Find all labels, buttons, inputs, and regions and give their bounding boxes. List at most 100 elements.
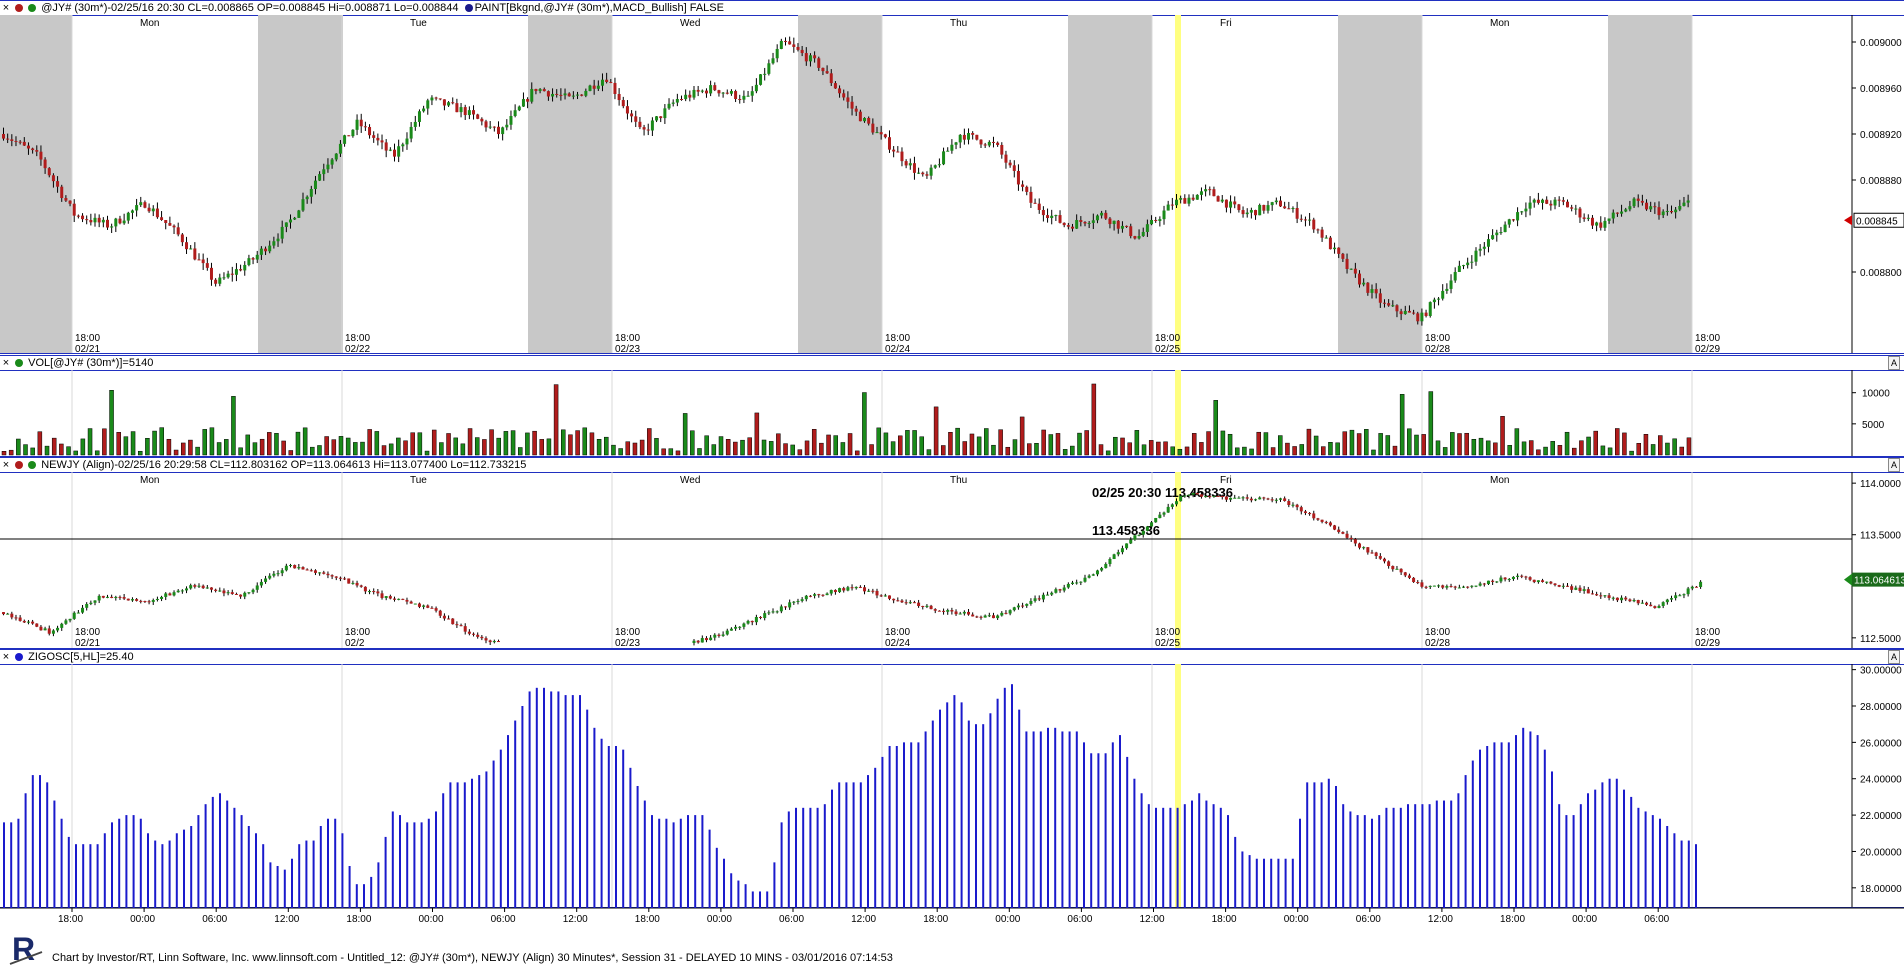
x-tick-label: 12:00 xyxy=(851,914,876,925)
volume-chart[interactable]: 10000 5000 xyxy=(0,370,1904,457)
price-pane-header[interactable]: × @JY# (30m*)-02/25/16 20:30 CL=0.008865… xyxy=(0,0,1904,16)
candle-body xyxy=(1615,597,1619,601)
oscillator-bar xyxy=(1644,811,1647,908)
candle-body xyxy=(1353,539,1357,544)
autoscale-button[interactable]: A xyxy=(1888,650,1900,664)
volume-bar xyxy=(998,429,1003,456)
candle-body xyxy=(567,93,571,97)
oscillator-bar xyxy=(247,826,250,908)
candle-body xyxy=(118,596,122,598)
candle-body xyxy=(243,592,247,597)
candle-body xyxy=(1008,162,1012,166)
volume-pane-header[interactable]: × VOL[@JY# (30m*)]=5140 A xyxy=(0,355,1904,371)
candle-body xyxy=(713,634,717,638)
candle-body xyxy=(1041,209,1045,216)
oscillator-bar xyxy=(557,691,560,908)
candle-body xyxy=(226,273,230,278)
candle-body xyxy=(942,151,946,165)
oscillator-bar xyxy=(10,822,13,908)
candle-body xyxy=(276,573,280,575)
candle-body xyxy=(363,126,367,128)
candle-body xyxy=(580,94,584,96)
candle-body xyxy=(738,626,742,628)
volume-bar xyxy=(274,433,279,456)
candle-body xyxy=(226,592,230,594)
zigosc-pane-header[interactable]: × ZIGOSC[5,HL]=25.40 A xyxy=(0,649,1904,665)
volume-bar xyxy=(1428,391,1434,456)
volume-bar xyxy=(152,430,157,456)
x-tick-label: 06:00 xyxy=(491,914,516,925)
oscillator-bar xyxy=(463,782,466,908)
volume-bar xyxy=(1550,441,1555,456)
close-icon[interactable]: × xyxy=(0,458,12,472)
candle-body xyxy=(1066,583,1070,588)
candle-body xyxy=(1441,585,1445,588)
oscillator-bar xyxy=(132,815,135,908)
candle-body xyxy=(513,110,517,117)
candle-body xyxy=(81,215,85,220)
candle-body xyxy=(1532,579,1536,583)
candle-body xyxy=(1536,199,1540,203)
oscillator-bar xyxy=(1543,749,1546,908)
candle-body xyxy=(1341,253,1345,259)
newjy-pane[interactable]: Mon Tue Wed Thu Fri Mon 18:00 02/21 18:00 02/2 18:… xyxy=(0,472,1904,649)
date-label: 02/29 xyxy=(1695,638,1720,649)
volume-bar xyxy=(209,427,215,456)
candle-body xyxy=(214,279,218,284)
oscillator-bar xyxy=(1371,818,1373,908)
series-color-icon xyxy=(28,461,37,469)
candle-body xyxy=(355,582,359,586)
candle-body xyxy=(971,133,975,135)
candle-body xyxy=(1486,580,1490,585)
candle-body xyxy=(962,134,966,140)
candle-body xyxy=(630,113,634,117)
oscillator-bar xyxy=(1133,778,1136,908)
candle-body xyxy=(1374,552,1378,557)
candle-body xyxy=(1453,271,1457,281)
price-chart[interactable]: Mon Tue Wed Thu Fri Mon18:0002/2118:0002/2218… xyxy=(0,15,1904,355)
y-tick-label: 112.5000 xyxy=(1860,634,1901,645)
close-icon[interactable]: × xyxy=(0,650,12,664)
candle-body xyxy=(1154,517,1158,523)
candle-body xyxy=(1603,220,1607,228)
candle-body xyxy=(68,618,72,621)
day-label: Mon xyxy=(1490,18,1509,29)
candle-body xyxy=(26,145,30,149)
autoscale-button[interactable]: A xyxy=(1888,458,1900,472)
zigosc-pane[interactable]: 30.00000 28.00000 26.00000 24.00000 22.00000… xyxy=(0,664,1904,928)
volume-bar xyxy=(1098,444,1104,456)
x-tick-label: 06:00 xyxy=(202,914,227,925)
volume-bar xyxy=(1536,449,1541,456)
zigosc-chart[interactable]: 30.00000 28.00000 26.00000 24.00000 22.00000… xyxy=(0,664,1904,928)
close-icon[interactable]: × xyxy=(0,1,12,15)
candle-body xyxy=(64,198,68,201)
volume-bar xyxy=(711,444,717,456)
candle-body xyxy=(1058,589,1062,591)
candle-body xyxy=(1021,184,1025,187)
candle-body xyxy=(1141,231,1145,237)
candle-body xyxy=(2,134,5,139)
oscillator-bar xyxy=(1039,731,1042,908)
candle-body xyxy=(883,595,887,597)
volume-bar xyxy=(912,430,917,456)
oscillator-bar xyxy=(1363,815,1366,908)
newjy-chart[interactable]: Mon Tue Wed Thu Fri Mon18:0002/2118:0002/218:… xyxy=(0,472,1904,649)
candle-body xyxy=(1274,200,1278,203)
candle-body xyxy=(1599,222,1603,228)
oscillator-bar xyxy=(960,702,963,908)
candle-body xyxy=(1162,210,1166,220)
volume-bar xyxy=(317,445,322,456)
candle-body xyxy=(343,135,347,144)
volume-pane[interactable]: 10000 5000 xyxy=(0,370,1904,457)
volume-bar xyxy=(267,432,272,456)
price-pane[interactable]: Mon Tue Wed Thu Fri Mon 18:00 02/21 18:00 02/22 18… xyxy=(0,15,1904,355)
series-color-icon xyxy=(15,359,24,367)
candle-body xyxy=(1545,199,1549,204)
close-icon[interactable]: × xyxy=(0,356,12,370)
oscillator-bar xyxy=(1464,775,1467,908)
oscillator-bar xyxy=(751,891,754,908)
candle-body xyxy=(380,140,384,143)
autoscale-button[interactable]: A xyxy=(1888,356,1900,370)
volume-bar xyxy=(474,437,480,456)
newjy-pane-header[interactable]: × NEWJY (Align)-02/25/16 20:29:58 CL=112… xyxy=(0,457,1904,473)
